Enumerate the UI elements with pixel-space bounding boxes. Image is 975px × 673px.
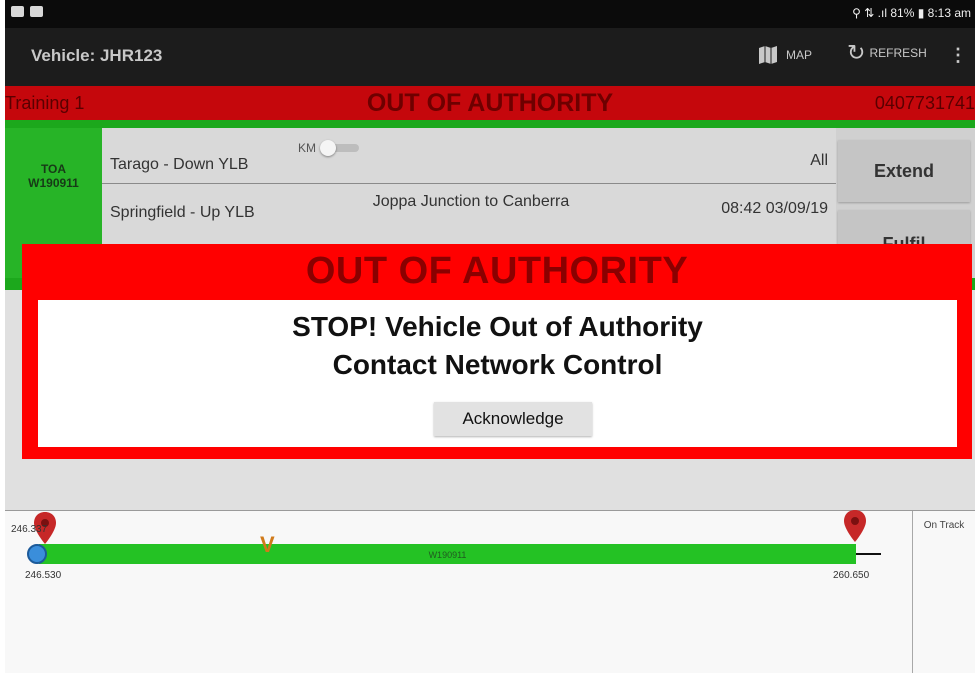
vehicle-position-icon bbox=[27, 544, 47, 564]
authority-scope: All bbox=[810, 152, 828, 169]
section-description: Joppa Junction to Canberra bbox=[372, 193, 570, 210]
map-button[interactable]: MAP bbox=[757, 44, 812, 66]
km-label: KM bbox=[298, 141, 316, 155]
authority-timestamp: 08:42 03/09/19 bbox=[721, 200, 828, 217]
track-diagram bbox=[5, 511, 912, 673]
km-marker-start: 246.530 bbox=[25, 570, 62, 581]
dialog-line-2: Contact Network Control bbox=[332, 349, 663, 380]
contact-phone: 0407731741 bbox=[874, 93, 975, 113]
refresh-label: REFRESH bbox=[869, 46, 927, 60]
status-bar: ⚲ ⇅ .ıl 81% ▮ 8:13 am bbox=[5, 0, 975, 28]
km-marker-end: 260.650 bbox=[833, 570, 870, 581]
dialog-title: OUT OF AUTHORITY bbox=[305, 250, 689, 292]
app-bar: Vehicle: JHR123 MAP ↻ REFRESH ⋮ bbox=[5, 28, 975, 86]
vehicle-label: Vehicle: JHR123 bbox=[31, 46, 163, 65]
toa-id: W190911 bbox=[28, 176, 79, 190]
status-bar-info: ⚲ ⇅ .ıl 81% ▮ 8:13 am bbox=[852, 6, 971, 20]
start-location: Tarago - Down YLB bbox=[110, 156, 249, 173]
km-toggle[interactable] bbox=[320, 140, 361, 156]
authority-row: KM Tarago - Down YLB All bbox=[102, 128, 836, 183]
dialog-line-1: STOP! Vehicle Out of Authority bbox=[292, 311, 703, 342]
authority-strip bbox=[5, 120, 975, 128]
dialog-message: STOP! Vehicle Out of Authority Contact N… bbox=[38, 308, 957, 384]
banner-title: OUT OF AUTHORITY bbox=[366, 89, 614, 117]
on-track-indicator[interactable]: On Track bbox=[912, 511, 975, 673]
app-frame: ⚲ ⇅ .ıl 81% ▮ 8:13 am Vehicle: JHR123 MA… bbox=[5, 0, 975, 673]
more-options-icon[interactable]: ⋮ bbox=[949, 45, 967, 66]
map-label: MAP bbox=[786, 48, 813, 62]
extend-button[interactable]: Extend bbox=[838, 140, 970, 202]
track-authority-label: W190911 bbox=[428, 550, 467, 560]
end-location: Springfield - Up YLB bbox=[110, 204, 255, 221]
authority-status-banner: Training 1 OUT OF AUTHORITY 0407731741 bbox=[5, 86, 975, 120]
refresh-button[interactable]: ↻ REFRESH bbox=[847, 42, 927, 64]
image-notification-icon bbox=[11, 6, 24, 17]
out-of-authority-dialog: OUT OF AUTHORITY STOP! Vehicle Out of Au… bbox=[22, 244, 972, 459]
km-marker-top: 246.337 bbox=[11, 524, 48, 535]
wifi-notification-icon bbox=[30, 6, 43, 17]
track-line-end bbox=[856, 553, 881, 555]
acknowledge-button[interactable]: Acknowledge bbox=[434, 402, 592, 436]
refresh-icon: ↻ bbox=[847, 40, 866, 65]
dialog-body: STOP! Vehicle Out of Authority Contact N… bbox=[38, 300, 957, 447]
toa-label: TOA bbox=[40, 162, 67, 176]
location-pin-icon bbox=[844, 510, 866, 542]
map-icon bbox=[759, 46, 777, 64]
vehicle-marker: V bbox=[260, 532, 275, 557]
